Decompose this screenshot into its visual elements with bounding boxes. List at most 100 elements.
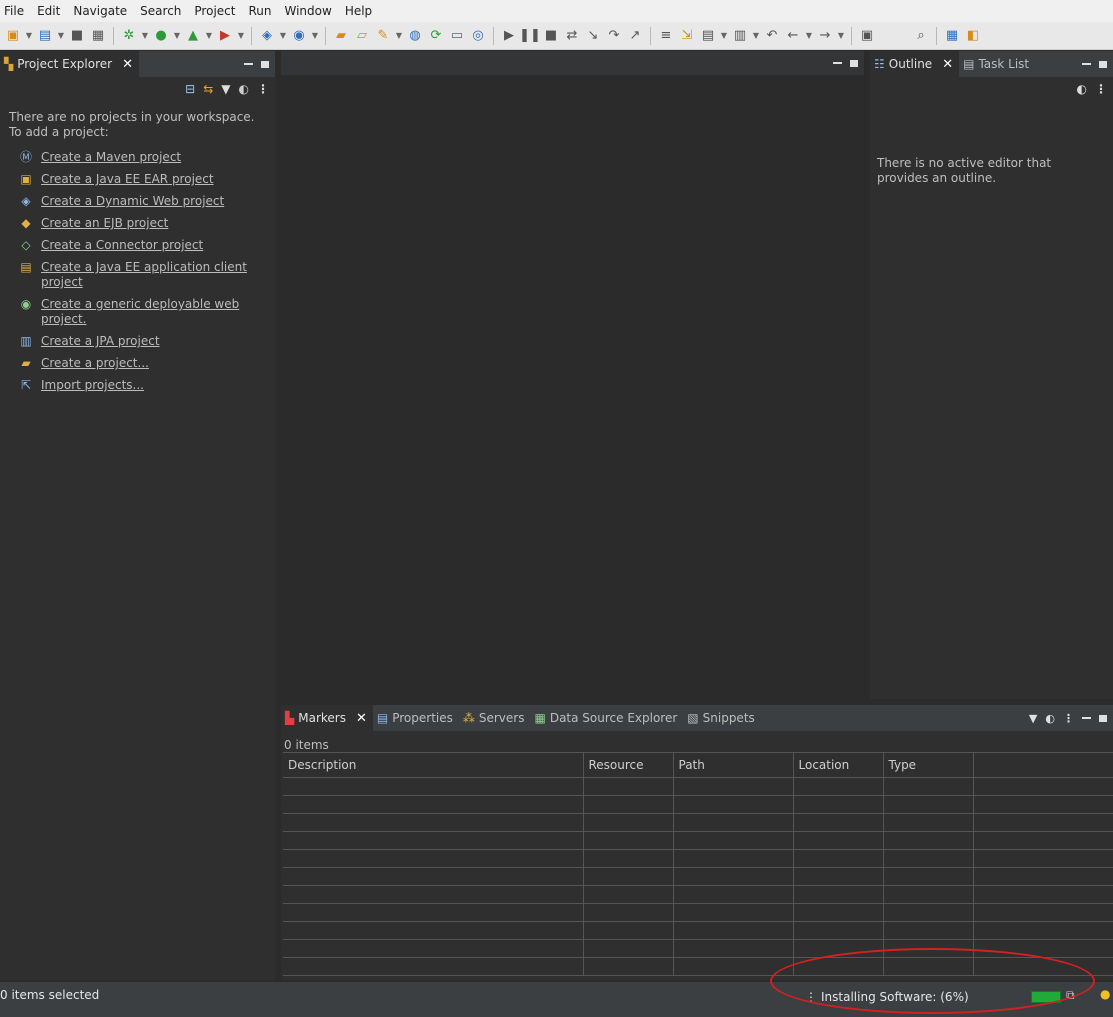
save-icon[interactable]: ■ (68, 27, 86, 45)
link-import[interactable]: ⇱ Import projects... (18, 378, 268, 393)
new-server-icon[interactable]: ▤ (36, 27, 54, 45)
next-annotation-icon[interactable]: ≡ (657, 27, 675, 45)
menu-window[interactable]: Window (284, 4, 331, 18)
focus-icon[interactable]: ◐ (239, 82, 249, 96)
chevron-down-icon[interactable]: ▼ (141, 31, 149, 40)
chevron-down-icon[interactable]: ▼ (311, 31, 319, 40)
chevron-down-icon[interactable]: ▼ (837, 31, 845, 40)
refresh-icon[interactable]: ⟳ (427, 27, 445, 45)
globe-icon[interactable]: ◍ (406, 27, 424, 45)
filter-icon[interactable]: ▼ (221, 82, 230, 96)
step-into-icon[interactable]: ↘ (584, 27, 602, 45)
collapse-all-icon[interactable]: ⊟ (185, 82, 195, 96)
tab-outline[interactable]: ☷ Outline ✕ (870, 51, 960, 77)
external-tools-icon[interactable]: ▶ (216, 27, 234, 45)
chevron-down-icon[interactable]: ▼ (25, 31, 33, 40)
close-icon[interactable]: ✕ (356, 711, 367, 726)
link-generic-web[interactable]: ◉ Create a generic deployable web project… (18, 297, 268, 327)
forward-icon[interactable]: → (816, 27, 834, 45)
link-ejb-label[interactable]: Create an EJB project (41, 216, 168, 231)
filter-icon[interactable]: ▼ (1029, 712, 1037, 725)
link-dynamic-web-label[interactable]: Create a Dynamic Web project (41, 194, 224, 209)
maximize-icon[interactable] (1099, 714, 1107, 722)
minimize-icon[interactable] (1082, 717, 1091, 719)
chevron-down-icon[interactable]: ▼ (205, 31, 213, 40)
chevron-down-icon[interactable]: ▼ (752, 31, 760, 40)
link-new-project-label[interactable]: Create a project... (41, 356, 149, 371)
access-icon[interactable]: ▣ (858, 27, 876, 45)
run-icon[interactable]: ● (152, 27, 170, 45)
last-edit-icon[interactable]: ▤ (699, 27, 717, 45)
new-java-class-icon[interactable]: ◉ (290, 27, 308, 45)
view-menu-icon[interactable]: ⋮ (1063, 712, 1074, 725)
menu-navigate[interactable]: Navigate (73, 4, 127, 18)
focus-icon[interactable]: ◐ (1077, 82, 1087, 96)
prev-annotation-icon[interactable]: ⇲ (678, 27, 696, 45)
column-location[interactable]: Location (793, 752, 884, 778)
terminate-icon[interactable]: ■ (542, 27, 560, 45)
menu-search[interactable]: Search (140, 4, 181, 18)
link-import-label[interactable]: Import projects... (41, 378, 144, 393)
maximize-icon[interactable] (261, 60, 269, 68)
suspend-icon[interactable]: ❚❚ (519, 27, 541, 45)
link-ear[interactable]: ▣ Create a Java EE EAR project (18, 172, 268, 187)
new-web-icon[interactable]: ◈ (258, 27, 276, 45)
menu-project[interactable]: Project (194, 4, 235, 18)
back-icon[interactable]: ← (784, 27, 802, 45)
view-menu-icon[interactable]: ⋮ (1095, 82, 1107, 96)
link-dynamic-web[interactable]: ◈ Create a Dynamic Web project (18, 194, 268, 209)
chevron-down-icon[interactable]: ▼ (279, 31, 287, 40)
link-app-client-label[interactable]: Create a Java EE application client proj… (41, 260, 268, 290)
close-icon[interactable]: ✕ (122, 57, 133, 72)
run-server-icon[interactable]: ▲ (184, 27, 202, 45)
link-jpa[interactable]: ▥ Create a JPA project (18, 334, 268, 349)
link-ejb[interactable]: ◆ Create an EJB project (18, 216, 268, 231)
link-jpa-label[interactable]: Create a JPA project (41, 334, 160, 349)
link-connector[interactable]: ◇ Create a Connector project (18, 238, 268, 253)
minimize-icon[interactable] (244, 63, 253, 65)
link-maven[interactable]: Ⓜ Create a Maven project (18, 150, 268, 165)
open-folder-icon[interactable]: ▱ (353, 27, 371, 45)
chevron-down-icon[interactable]: ▼ (173, 31, 181, 40)
link-app-client[interactable]: ▤ Create a Java EE application client pro… (18, 260, 268, 290)
lightbulb-icon[interactable]: ● (1100, 987, 1110, 1001)
link-ear-label[interactable]: Create a Java EE EAR project (41, 172, 214, 187)
menu-edit[interactable]: Edit (37, 4, 60, 18)
tab-data-source-explorer[interactable]: ▦ Data Source Explorer (530, 705, 683, 731)
menu-run[interactable]: Run (248, 4, 271, 18)
step-over-icon[interactable]: ↷ (605, 27, 623, 45)
menu-file[interactable]: File (4, 4, 24, 18)
debug-icon[interactable]: ✲ (120, 27, 138, 45)
tab-servers[interactable]: ⁂ Servers (459, 705, 531, 731)
save-all-icon[interactable]: ▦ (89, 27, 107, 45)
menu-help[interactable]: Help (345, 4, 372, 18)
focus-icon[interactable]: ◐ (1045, 712, 1055, 725)
link-generic-web-label[interactable]: Create a generic deployable web project. (41, 297, 268, 327)
chevron-down-icon[interactable]: ▼ (237, 31, 245, 40)
column-resource[interactable]: Resource (583, 752, 674, 778)
maximize-icon[interactable] (850, 59, 858, 67)
link-editor-icon[interactable]: ⇆ (203, 82, 213, 96)
step-return-icon[interactable]: ↗ (626, 27, 644, 45)
edit-icon[interactable]: ✎ (374, 27, 392, 45)
back-history-icon[interactable]: ↶ (763, 27, 781, 45)
minimize-icon[interactable] (1082, 63, 1091, 65)
close-icon[interactable]: ✕ (942, 57, 953, 72)
tab-properties[interactable]: ▤ Properties (373, 705, 459, 731)
view-menu-icon[interactable]: ⋮ (257, 82, 269, 96)
search-target-icon[interactable]: ◎ (469, 27, 487, 45)
minimize-icon[interactable] (833, 62, 842, 64)
link-new-project[interactable]: ▰ Create a project... (18, 356, 268, 371)
console-icon[interactable]: ▭ (448, 27, 466, 45)
java-ee-perspective-icon[interactable]: ◧ (964, 27, 982, 45)
chevron-down-icon[interactable]: ▼ (395, 31, 403, 40)
open-type-icon[interactable]: ▰ (332, 27, 350, 45)
column-path[interactable]: Path (673, 752, 794, 778)
chevron-down-icon[interactable]: ▼ (720, 31, 728, 40)
tab-markers[interactable]: ▙ Markers ✕ (281, 705, 373, 731)
column-description[interactable]: Description (283, 752, 584, 778)
resume-icon[interactable]: ▶ (500, 27, 518, 45)
link-maven-label[interactable]: Create a Maven project (41, 150, 181, 165)
maximize-icon[interactable] (1099, 60, 1107, 68)
disconnect-icon[interactable]: ⇄ (563, 27, 581, 45)
